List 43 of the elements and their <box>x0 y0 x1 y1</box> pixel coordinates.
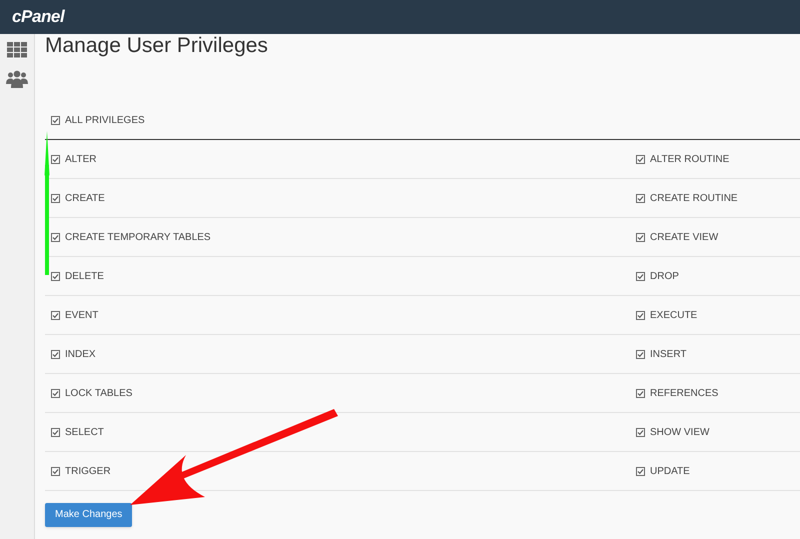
checkbox[interactable] <box>51 388 60 398</box>
checkbox[interactable] <box>51 194 60 202</box>
checkbox[interactable] <box>51 116 60 124</box>
privilege-label: EVENT <box>65 308 98 322</box>
privilege-label: DROP <box>650 270 679 284</box>
checkbox[interactable] <box>51 154 60 164</box>
privilege-label: SHOW VIEW <box>650 426 710 440</box>
privilege-label: EXECUTE <box>650 308 698 322</box>
privilege-label: CREATE <box>65 192 105 206</box>
checkbox[interactable] <box>51 310 60 320</box>
checkbox[interactable] <box>636 388 645 398</box>
privilege-label: INDEX <box>65 348 96 362</box>
checkbox[interactable] <box>51 350 60 358</box>
privilege-label: SELECT <box>65 426 104 440</box>
checkbox[interactable] <box>636 194 645 202</box>
privilege-label: UPDATE <box>650 464 690 478</box>
users-icon[interactable] <box>6 70 28 88</box>
privilege-label: ALTER <box>65 152 96 166</box>
make-changes-button[interactable]: Make Changes <box>45 502 132 526</box>
privilege-label: CREATE ROUTINE <box>650 192 738 206</box>
page-title: Manage User Privileges <box>45 33 269 59</box>
checkbox[interactable] <box>51 232 60 242</box>
checkbox[interactable] <box>51 272 60 280</box>
privilege-label: ALTER ROUTINE <box>650 152 730 166</box>
privilege-label: CREATE TEMPORARY TABLES <box>65 230 211 244</box>
privilege-label: LOCK TABLES <box>65 386 132 400</box>
privilege-label: REFERENCES <box>650 386 718 400</box>
checkbox[interactable] <box>636 350 645 358</box>
checkbox[interactable] <box>51 428 60 436</box>
privilege-label: CREATE VIEW <box>650 230 718 244</box>
logo[interactable]: cPanel <box>12 4 64 30</box>
privilege-label: DELETE <box>65 270 104 284</box>
grid-icon[interactable] <box>7 42 27 58</box>
checkbox[interactable] <box>636 310 645 320</box>
checkbox[interactable] <box>636 272 645 280</box>
privilege-label: ALL PRIVILEGES <box>65 114 145 128</box>
privilege-label: TRIGGER <box>65 464 111 478</box>
checkbox[interactable] <box>636 428 645 436</box>
checkbox[interactable] <box>636 154 645 164</box>
checkbox[interactable] <box>636 232 645 242</box>
privilege-label: INSERT <box>650 348 686 362</box>
checkbox[interactable] <box>636 466 645 476</box>
checkbox[interactable] <box>51 466 60 476</box>
